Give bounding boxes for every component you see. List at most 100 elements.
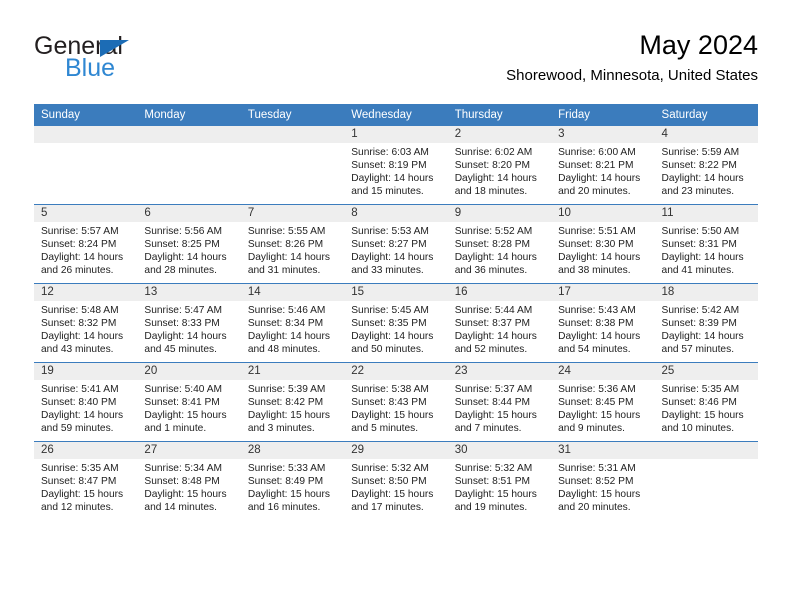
day-number: 10	[551, 205, 655, 222]
day-cell-content: 2 Sunrise: 6:02 AM Sunset: 8:20 PM Daylight…	[447, 126, 552, 204]
calendar-day-cell[interactable]: 28 Sunrise: 5:33 AM Sunset: 8:49 PM Dayligh…	[240, 441, 345, 520]
sunset-time: Sunset: 8:40 PM	[41, 396, 117, 408]
sunrise-time: Sunrise: 6:03 AM	[351, 147, 429, 158]
day-details: Sunrise: 5:53 AM Sunset: 8:27 PM Daylight:…	[344, 222, 447, 278]
daylight-duration-line1: Daylight: 15 hours	[454, 409, 537, 421]
calendar-day-cell[interactable]: 4 Sunrise: 5:59 AM Sunset: 8:22 PM Daylight…	[654, 126, 758, 205]
sunset-time: Sunset: 8:32 PM	[41, 317, 117, 329]
day-number: 7	[240, 205, 345, 222]
daylight-duration-line2: and 26 minutes.	[41, 264, 114, 276]
calendar-day-cell[interactable]: 9 Sunrise: 5:52 AM Sunset: 8:28 PM Daylight…	[447, 204, 552, 284]
calendar-day-cell[interactable]: 21 Sunrise: 5:39 AM Sunset: 8:42 PM Dayligh…	[240, 362, 345, 442]
daylight-duration-line1: Daylight: 14 hours	[661, 172, 744, 184]
sunset-time: Sunset: 8:26 PM	[247, 238, 324, 250]
day-cell-content: 18 Sunrise: 5:42 AM Sunset: 8:39 PM Dayligh…	[654, 284, 758, 362]
sunrise-time: Sunrise: 5:51 AM	[558, 226, 636, 237]
calendar-day-cell[interactable]: 30 Sunrise: 5:32 AM Sunset: 8:51 PM Dayligh…	[447, 441, 552, 520]
daylight-duration-line1: Daylight: 14 hours	[144, 251, 227, 263]
daylight-duration-line1: Daylight: 15 hours	[247, 488, 330, 500]
sunset-time: Sunset: 8:19 PM	[351, 159, 427, 171]
day-number: 18	[654, 284, 758, 301]
sunrise-time: Sunrise: 5:57 AM	[41, 226, 119, 237]
calendar-day-cell[interactable]: 15 Sunrise: 5:45 AM Sunset: 8:35 PM Dayligh…	[344, 283, 448, 363]
logo-general-blue[interactable]: General Blue	[34, 32, 264, 90]
calendar-day-cell[interactable]: 7 Sunrise: 5:55 AM Sunset: 8:26 PM Daylight…	[240, 204, 345, 284]
sunrise-time: Sunrise: 5:55 AM	[247, 226, 326, 237]
calendar-day-cell-empty	[654, 441, 758, 520]
sunset-time: Sunset: 8:52 PM	[558, 475, 634, 487]
calendar-day-cell[interactable]: 3 Sunrise: 6:00 AM Sunset: 8:21 PM Daylight…	[551, 126, 655, 205]
day-details	[34, 143, 137, 147]
calendar-header-row: Sunday Monday Tuesday Wednesday Thursday…	[34, 104, 758, 126]
daylight-duration-line2: and 14 minutes.	[144, 501, 217, 513]
day-number: 15	[344, 284, 448, 301]
sunset-time: Sunset: 8:22 PM	[661, 159, 737, 171]
sunrise-time: Sunrise: 5:35 AM	[41, 463, 119, 474]
day-number: 3	[551, 126, 655, 143]
daylight-duration-line2: and 52 minutes.	[454, 343, 528, 355]
daylight-duration-line1: Daylight: 15 hours	[247, 409, 330, 421]
daylight-duration-line1: Daylight: 14 hours	[41, 409, 124, 421]
day-cell-content: 23 Sunrise: 5:37 AM Sunset: 8:44 PM Dayligh…	[447, 363, 552, 441]
daylight-duration-line1: Daylight: 15 hours	[558, 488, 641, 500]
day-details: Sunrise: 5:50 AM Sunset: 8:31 PM Daylight:…	[655, 222, 758, 278]
calendar-day-cell[interactable]: 19 Sunrise: 5:41 AM Sunset: 8:40 PM Dayligh…	[34, 362, 138, 442]
daylight-duration-line1: Daylight: 14 hours	[351, 172, 434, 184]
calendar-day-cell[interactable]: 18 Sunrise: 5:42 AM Sunset: 8:39 PM Dayligh…	[654, 283, 758, 363]
day-details: Sunrise: 5:57 AM Sunset: 8:24 PM Daylight:…	[34, 222, 137, 278]
page-title: May 2024	[639, 30, 758, 60]
daylight-duration-line2: and 59 minutes.	[41, 422, 114, 434]
day-number: 17	[551, 284, 655, 301]
day-details: Sunrise: 5:44 AM Sunset: 8:37 PM Daylight:…	[448, 301, 551, 357]
calendar-day-cell[interactable]: 29 Sunrise: 5:32 AM Sunset: 8:50 PM Dayligh…	[344, 441, 448, 520]
calendar-day-cell[interactable]: 13 Sunrise: 5:47 AM Sunset: 8:33 PM Dayligh…	[137, 283, 241, 363]
calendar-day-cell[interactable]: 22 Sunrise: 5:38 AM Sunset: 8:43 PM Dayligh…	[344, 362, 448, 442]
day-details: Sunrise: 5:32 AM Sunset: 8:50 PM Daylight:…	[344, 459, 447, 515]
calendar-day-cell[interactable]: 1 Sunrise: 6:03 AM Sunset: 8:19 PM Daylight…	[344, 126, 448, 205]
daylight-duration-line1: Daylight: 14 hours	[558, 172, 641, 184]
calendar-day-cell[interactable]: 26 Sunrise: 5:35 AM Sunset: 8:47 PM Dayligh…	[34, 441, 138, 520]
day-details: Sunrise: 5:38 AM Sunset: 8:43 PM Daylight:…	[344, 380, 447, 436]
calendar-day-cell[interactable]: 2 Sunrise: 6:02 AM Sunset: 8:20 PM Daylight…	[447, 126, 552, 205]
day-number	[34, 126, 138, 143]
day-number: 30	[447, 442, 552, 459]
day-number: 4	[654, 126, 758, 143]
calendar-day-cell[interactable]: 12 Sunrise: 5:48 AM Sunset: 8:32 PM Dayligh…	[34, 283, 138, 363]
daylight-duration-line2: and 16 minutes.	[247, 501, 321, 513]
calendar-day-cell[interactable]: 6 Sunrise: 5:56 AM Sunset: 8:25 PM Daylight…	[137, 204, 241, 284]
sunrise-time: Sunrise: 5:37 AM	[454, 384, 533, 395]
calendar-day-cell[interactable]: 8 Sunrise: 5:53 AM Sunset: 8:27 PM Daylight…	[344, 204, 448, 284]
day-details: Sunrise: 5:48 AM Sunset: 8:32 PM Daylight:…	[34, 301, 137, 357]
daylight-duration-line2: and 20 minutes.	[558, 185, 631, 197]
title-block: May 2024 Shorewood, Minnesota, United St…	[506, 28, 758, 87]
sunset-time: Sunset: 8:44 PM	[454, 396, 531, 408]
day-number: 20	[137, 363, 241, 380]
calendar-day-cell-empty	[34, 126, 138, 205]
calendar-day-cell[interactable]: 5 Sunrise: 5:57 AM Sunset: 8:24 PM Daylight…	[34, 204, 138, 284]
calendar-day-cell[interactable]: 25 Sunrise: 5:35 AM Sunset: 8:46 PM Dayligh…	[654, 362, 758, 442]
day-cell-content: 8 Sunrise: 5:53 AM Sunset: 8:27 PM Daylight…	[344, 205, 448, 283]
calendar-day-cell[interactable]: 16 Sunrise: 5:44 AM Sunset: 8:37 PM Dayligh…	[447, 283, 552, 363]
weekday-header-monday: Monday	[137, 104, 241, 126]
day-number: 11	[654, 205, 758, 222]
day-details: Sunrise: 5:41 AM Sunset: 8:40 PM Daylight:…	[34, 380, 137, 436]
day-cell-content: 19 Sunrise: 5:41 AM Sunset: 8:40 PM Dayligh…	[34, 363, 138, 441]
day-number: 12	[34, 284, 138, 301]
calendar-day-cell[interactable]: 24 Sunrise: 5:36 AM Sunset: 8:45 PM Dayligh…	[551, 362, 655, 442]
sunrise-time: Sunrise: 5:38 AM	[351, 384, 429, 395]
calendar-day-cell[interactable]: 31 Sunrise: 5:31 AM Sunset: 8:52 PM Dayligh…	[551, 441, 655, 520]
daylight-duration-line2: and 41 minutes.	[661, 264, 735, 276]
sunrise-time: Sunrise: 5:48 AM	[41, 305, 119, 316]
day-number: 27	[137, 442, 241, 459]
calendar-day-cell[interactable]: 14 Sunrise: 5:46 AM Sunset: 8:34 PM Dayligh…	[240, 283, 345, 363]
calendar-day-cell[interactable]: 10 Sunrise: 5:51 AM Sunset: 8:30 PM Dayligh…	[551, 204, 655, 284]
day-number: 5	[34, 205, 138, 222]
daylight-duration-line2: and 15 minutes.	[351, 185, 424, 197]
calendar-day-cell[interactable]: 20 Sunrise: 5:40 AM Sunset: 8:41 PM Dayligh…	[137, 362, 241, 442]
calendar-day-cell[interactable]: 23 Sunrise: 5:37 AM Sunset: 8:44 PM Dayligh…	[447, 362, 552, 442]
sunset-time: Sunset: 8:41 PM	[144, 396, 220, 408]
calendar-day-cell[interactable]: 27 Sunrise: 5:34 AM Sunset: 8:48 PM Dayligh…	[137, 441, 241, 520]
calendar-day-cell[interactable]: 17 Sunrise: 5:43 AM Sunset: 8:38 PM Dayligh…	[551, 283, 655, 363]
day-cell-content: 29 Sunrise: 5:32 AM Sunset: 8:50 PM Dayligh…	[344, 442, 448, 520]
calendar-day-cell[interactable]: 11 Sunrise: 5:50 AM Sunset: 8:31 PM Dayligh…	[654, 204, 758, 284]
